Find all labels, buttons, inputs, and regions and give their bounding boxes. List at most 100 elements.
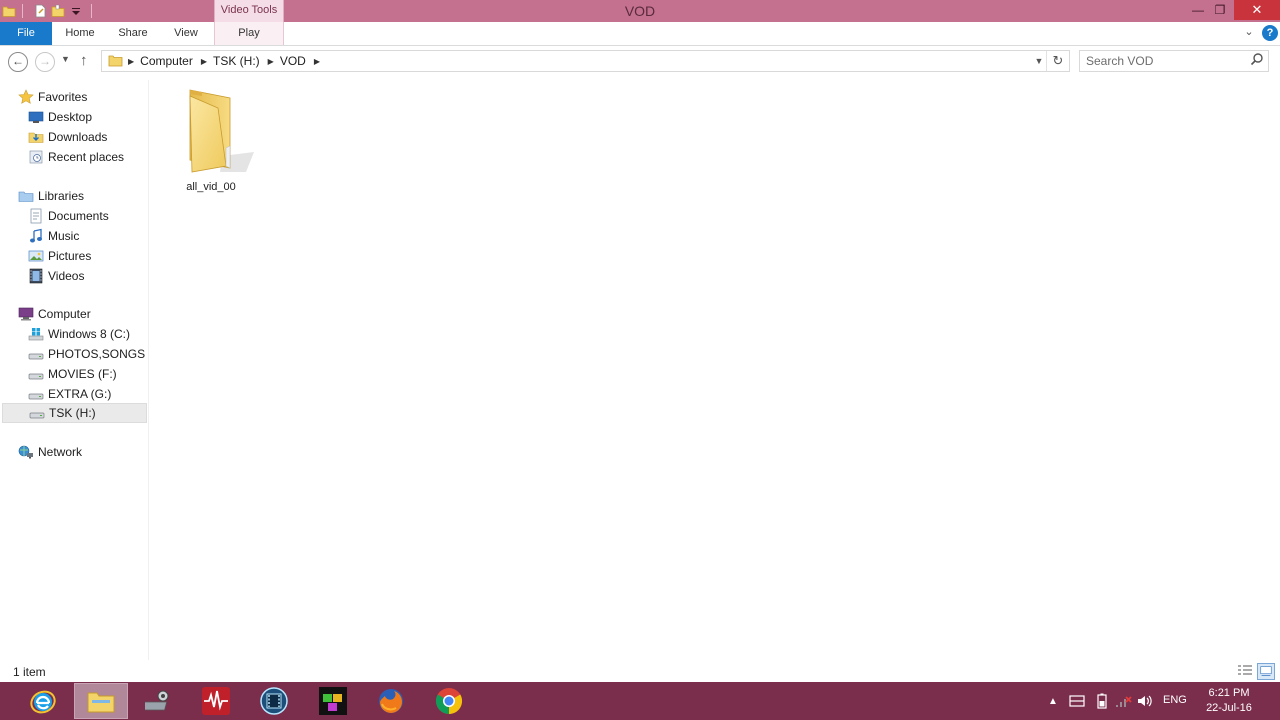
- help-button[interactable]: ?: [1262, 25, 1278, 41]
- sidebar-item-tsk-drive[interactable]: TSK (H:): [2, 403, 147, 423]
- show-hidden-icons-button[interactable]: ▲: [1045, 682, 1061, 720]
- address-dropdown-button[interactable]: ▼: [1031, 51, 1047, 71]
- folder-app-icon: [2, 6, 16, 17]
- sidebar-item-desktop[interactable]: Desktop: [0, 107, 147, 127]
- minimize-button[interactable]: —: [1186, 0, 1210, 20]
- firefox-icon: [379, 689, 403, 713]
- sidebar-item-movies-drive[interactable]: MOVIES (F:): [0, 364, 147, 384]
- tab-play[interactable]: Play: [214, 22, 284, 45]
- windows-drive-icon: [28, 328, 44, 341]
- file-explorer-icon: [87, 692, 115, 713]
- sidebar-item-windows-drive[interactable]: Windows 8 (C:): [0, 324, 147, 344]
- search-input[interactable]: [1086, 53, 1246, 69]
- battery-icon: [1097, 693, 1107, 709]
- sidebar-item-videos[interactable]: Videos: [0, 266, 147, 286]
- recent-locations-button[interactable]: ▼: [61, 54, 70, 64]
- network-status-icon: [1116, 696, 1132, 707]
- new-folder-icon[interactable]: [51, 4, 65, 18]
- sidebar-item-label: Desktop: [48, 110, 93, 124]
- file-list[interactable]: all_vid_00: [150, 80, 1280, 660]
- tray-volume[interactable]: [1136, 682, 1154, 720]
- breadcrumb-separator[interactable]: ▶: [268, 57, 274, 66]
- close-button[interactable]: ✕: [1234, 0, 1280, 20]
- taskbar-video-editor[interactable]: [306, 683, 360, 719]
- sidebar-group-favorites[interactable]: Favorites: [0, 87, 147, 107]
- search-icon[interactable]: [1250, 52, 1264, 66]
- sidebar-item-extra-drive[interactable]: EXTRA (G:): [0, 384, 147, 404]
- clock[interactable]: 6:21 PM 22-Jul-16: [1198, 686, 1260, 716]
- drive-icon: [28, 393, 44, 400]
- navigation-pane: Favorites Desktop Downloads Recent place…: [0, 80, 149, 660]
- up-button[interactable]: ↑: [80, 52, 88, 69]
- large-icons-view-icon[interactable]: [1257, 663, 1275, 680]
- tray-network[interactable]: [1113, 682, 1133, 720]
- sidebar-item-photos-drive[interactable]: PHOTOS,SONGS & VIDEOS: [0, 344, 147, 364]
- back-button[interactable]: ←: [8, 52, 28, 72]
- drive-icon: [28, 353, 44, 360]
- search-box[interactable]: [1079, 50, 1269, 72]
- sidebar-group-libraries[interactable]: Libraries: [0, 186, 147, 206]
- volume-icon: [1138, 695, 1152, 707]
- details-view-icon[interactable]: [1237, 664, 1253, 678]
- sidebar-group-network[interactable]: Network: [0, 442, 147, 462]
- expand-ribbon-button[interactable]: ⌄: [1241, 25, 1257, 41]
- sidebar-group-label: Network: [38, 445, 83, 459]
- sidebar-item-documents[interactable]: Documents: [0, 206, 147, 226]
- breadcrumb-separator[interactable]: ▶: [128, 57, 134, 66]
- customize-qat-icon[interactable]: [69, 4, 83, 18]
- refresh-button[interactable]: ↻: [1046, 51, 1069, 71]
- contextual-group-video-tools: Video Tools: [214, 0, 284, 22]
- breadcrumb: ▶ Computer ▶ TSK (H:) ▶ VOD ▶: [126, 51, 326, 71]
- sidebar-item-label: MOVIES (F:): [48, 367, 117, 381]
- chrome-icon: [435, 688, 463, 715]
- sidebar-item-music[interactable]: Music: [0, 226, 147, 246]
- sidebar-item-label: Videos: [48, 269, 85, 283]
- sidebar-item-recent-places[interactable]: Recent places: [0, 147, 147, 167]
- tray-battery[interactable]: [1093, 682, 1111, 720]
- drive-icon: [28, 373, 44, 380]
- sidebar-item-downloads[interactable]: Downloads: [0, 127, 147, 147]
- documents-icon: [30, 208, 42, 224]
- address-bar[interactable]: ▶ Computer ▶ TSK (H:) ▶ VOD ▶ ▼ ↻: [101, 50, 1070, 72]
- taskbar-audio-editor[interactable]: [189, 683, 243, 719]
- clock-date: 22-Jul-16: [1206, 702, 1252, 714]
- window-title: VOD: [624, 3, 656, 19]
- taskbar-internet-explorer[interactable]: [16, 683, 70, 719]
- taskbar-file-explorer[interactable]: [74, 683, 128, 719]
- tab-file[interactable]: File: [0, 22, 52, 45]
- folder-icon: [189, 89, 254, 173]
- maximize-button[interactable]: ❐: [1208, 0, 1232, 20]
- breadcrumb-computer[interactable]: Computer: [140, 54, 193, 68]
- taskbar-firefox[interactable]: [364, 683, 418, 719]
- breadcrumb-tsk-drive[interactable]: TSK (H:): [213, 54, 260, 68]
- internet-explorer-icon: [30, 690, 56, 714]
- taskbar-chrome[interactable]: [422, 683, 476, 719]
- desktop-icon: [28, 111, 44, 123]
- taskbar-media-player[interactable]: [247, 683, 301, 719]
- breadcrumb-vod[interactable]: VOD: [280, 54, 306, 68]
- sidebar-item-label: Documents: [48, 209, 109, 223]
- taskbar-system-tool[interactable]: [133, 683, 187, 719]
- forward-button[interactable]: →: [35, 52, 55, 72]
- tab-share[interactable]: Share: [108, 22, 158, 45]
- tray-action-center[interactable]: [1067, 682, 1087, 720]
- tab-home[interactable]: Home: [56, 22, 104, 45]
- star-icon: [18, 89, 34, 104]
- sidebar-group-computer[interactable]: Computer: [0, 304, 147, 324]
- sidebar-item-pictures[interactable]: Pictures: [0, 246, 147, 266]
- breadcrumb-separator[interactable]: ▶: [201, 57, 207, 66]
- sidebar-group-label: Computer: [38, 307, 91, 321]
- pictures-icon: [28, 250, 44, 262]
- properties-icon[interactable]: [33, 4, 47, 18]
- tab-view[interactable]: View: [163, 22, 209, 45]
- sidebar-group-label: Libraries: [38, 189, 85, 203]
- folder-icon: [108, 55, 123, 67]
- network-icon: [18, 445, 33, 459]
- folder-item[interactable]: all_vid_00: [166, 84, 256, 194]
- title-bar: Video Tools VOD — ❐ ✕: [0, 0, 1280, 22]
- folder-name: all_vid_00: [186, 181, 236, 193]
- videos-icon: [29, 268, 43, 284]
- breadcrumb-separator[interactable]: ▶: [314, 57, 320, 66]
- language-indicator[interactable]: ENG: [1163, 694, 1187, 706]
- sidebar-item-label: Recent places: [48, 150, 125, 164]
